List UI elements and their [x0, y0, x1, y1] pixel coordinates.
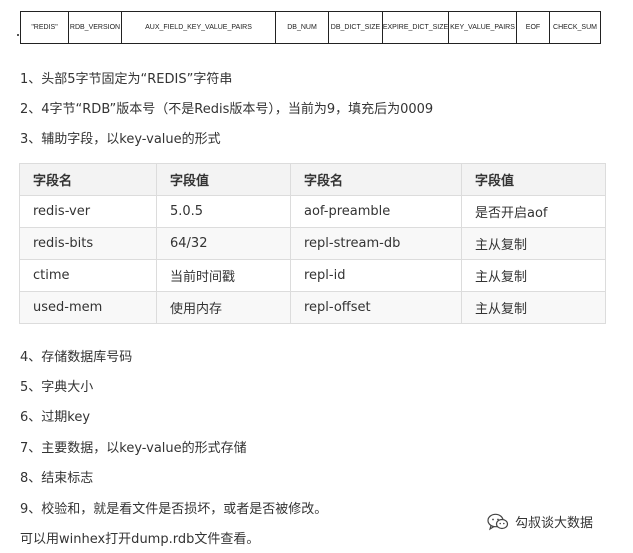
- table-cell: redis-bits: [19, 227, 157, 260]
- table-cell: ctime: [19, 259, 157, 292]
- format-cell-key-value-pairs: KEY_VALUE_PAIRS: [449, 12, 517, 43]
- rdb-format-structure: "REDIS" RDB_VERSION AUX_FIELD_KEY_VALUE_…: [20, 11, 601, 44]
- table-cell: 主从复制: [461, 227, 606, 260]
- table-row: ctime 当前时间戳 repl-id 主从复制: [19, 259, 606, 292]
- list-item-dict-size: 5、字典大小: [20, 380, 94, 395]
- table-cell: 使用内存: [156, 291, 291, 324]
- format-cell-redis: "REDIS": [21, 12, 69, 43]
- list-item-eof: 8、结束标志: [20, 471, 94, 486]
- format-cell-db-dict-size: DB_DICT_SIZE: [329, 12, 383, 43]
- list-item-aux-fields: 3、辅助字段，以key-value的形式: [20, 132, 221, 147]
- watermark: 勾叔谈大数据: [487, 512, 593, 531]
- table-cell: redis-ver: [19, 195, 157, 228]
- table-header-cell: 字段值: [156, 163, 291, 196]
- table-row: used-mem 使用内存 repl-offset 主从复制: [19, 291, 606, 324]
- table-cell: repl-id: [290, 259, 462, 292]
- table-header-cell: 字段值: [461, 163, 606, 196]
- aux-field-table: 字段名 字段值 字段名 字段值 redis-ver 5.0.5 aof-prea…: [19, 163, 606, 324]
- table-cell: 当前时间戳: [156, 259, 291, 292]
- table-header-row: 字段名 字段值 字段名 字段值: [19, 163, 606, 196]
- list-item-db-number: 4、存储数据库号码: [20, 350, 133, 365]
- list-item-main-data: 7、主要数据，以key-value的形式存储: [20, 441, 247, 456]
- table-header-cell: 字段名: [19, 163, 157, 196]
- format-cell-db-num: DB_NUM: [276, 12, 329, 43]
- table-cell: aof-preamble: [290, 195, 462, 228]
- list-item-checksum: 9、校验和，就是看文件是否损坏，或者是否被修改。: [20, 502, 328, 517]
- table-row: redis-bits 64/32 repl-stream-db 主从复制: [19, 227, 606, 260]
- format-cell-check-sum: CHECK_SUM: [553, 24, 597, 31]
- table-cell: 5.0.5: [156, 195, 291, 228]
- table-cell: 主从复制: [461, 291, 606, 324]
- closing-note: 可以用winhex打开dump.rdb文件查看。: [20, 532, 260, 547]
- table-row: redis-ver 5.0.5 aof-preamble 是否开启aof: [19, 195, 606, 228]
- table-header-cell: 字段名: [290, 163, 462, 196]
- format-cell-eof: EOF: [517, 12, 550, 43]
- list-item-expire-key: 6、过期key: [20, 410, 91, 425]
- list-item-rdb-version: 2、4字节“RDB”版本号（不是Redis版本号），当前为9，填充后为0009: [20, 102, 434, 117]
- watermark-text: 勾叔谈大数据: [515, 516, 594, 531]
- table-cell: repl-offset: [290, 291, 462, 324]
- format-cell-expire-dict-size: EXPIRE_DICT_SIZE: [383, 12, 449, 43]
- table-cell: 64/32: [156, 227, 291, 260]
- list-item-header-bytes: 1、头部5字节固定为“REDIS”字符串: [20, 72, 233, 87]
- table-cell: used-mem: [19, 291, 157, 324]
- table-cell: repl-stream-db: [290, 227, 462, 260]
- table-cell: 是否开启aof: [461, 195, 606, 228]
- table-cell: 主从复制: [461, 259, 606, 292]
- format-cell-aux-fields: AUX_FIELD_KEY_VALUE_PAIRS: [122, 12, 276, 43]
- format-bar-marker: [17, 34, 19, 36]
- wechat-icon: [487, 513, 509, 530]
- format-cell-rdb-version: RDB_VERSION: [69, 12, 122, 43]
